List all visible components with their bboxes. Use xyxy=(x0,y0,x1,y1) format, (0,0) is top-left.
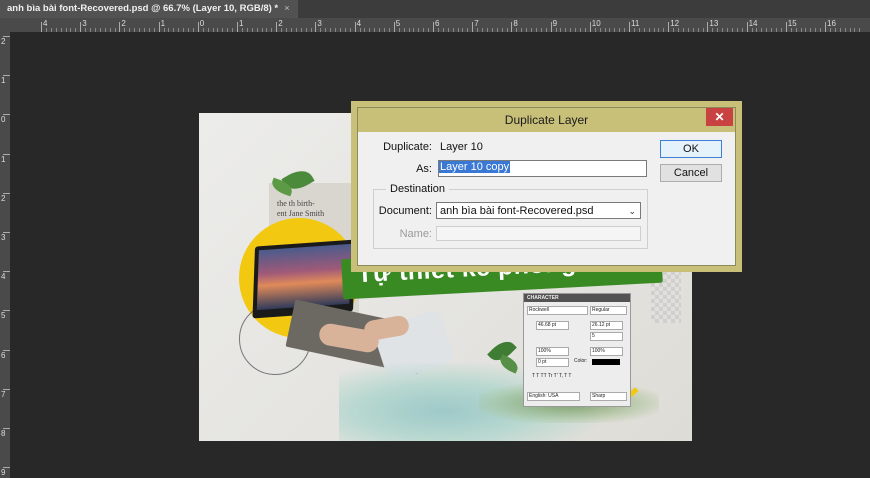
ruler-major-tick xyxy=(511,22,513,32)
font-size-field: 46.68 pt xyxy=(536,321,569,330)
ruler-tick-label: 14 xyxy=(748,19,758,28)
ruler-tick-label: 1 xyxy=(1,154,6,164)
horizontal-ruler[interactable]: 4 3 2 1 0 1 2 3 4 5 6 7 8 9 10 11 12 13 14 15 16 xyxy=(10,18,870,32)
as-label: As: xyxy=(416,163,432,175)
ruler-major-tick xyxy=(237,22,238,32)
ruler-tick-label: 4 xyxy=(1,272,6,282)
ruler-tick-label: 2 xyxy=(278,19,283,28)
destination-legend: Destination xyxy=(386,183,450,195)
ruler-major-tick xyxy=(707,22,709,32)
duplicate-value: Layer 10 xyxy=(440,141,483,153)
ruler-corner[interactable] xyxy=(0,18,10,32)
ruler-major-tick xyxy=(668,22,670,32)
document-tab-title: anh bìa bài font-Recovered.psd @ 66.7% (… xyxy=(7,3,279,14)
ruler-tick-label: 2 xyxy=(1,193,6,203)
ruler-tick-label: 2 xyxy=(121,19,126,28)
color-swatch xyxy=(592,359,620,365)
ruler-tick-label: 5 xyxy=(395,19,401,28)
ruler-major-tick xyxy=(119,22,121,32)
vertical-ruler[interactable]: 2 1 0 1 2 3 4 5 6 7 8 9 xyxy=(0,32,10,478)
ruler-major-tick xyxy=(197,22,199,32)
baseline-field: 0 pt xyxy=(536,358,569,367)
ruler-tick-label: 9 xyxy=(552,19,558,28)
horizontal-scale-field: 100% xyxy=(590,347,623,356)
ruler-major-tick xyxy=(589,22,591,32)
color-label: Color: xyxy=(574,358,588,364)
leading-field: 26.12 pt xyxy=(590,321,623,330)
ruler-major-tick xyxy=(472,22,474,32)
as-input-value: Layer 10 copy xyxy=(439,161,511,173)
cancel-button[interactable]: Cancel xyxy=(660,164,722,182)
document-label: Document: xyxy=(378,205,432,217)
ruler-tick-label: 7 xyxy=(474,19,479,28)
ruler-tick-label: 16 xyxy=(827,19,836,28)
duplicate-layer-dialog: Duplicate Layer ✕ Duplicate: Layer 10 As… xyxy=(357,107,736,266)
ruler-major-tick xyxy=(158,22,160,32)
document-tab[interactable]: anh bìa bài font-Recovered.psd @ 66.7% (… xyxy=(0,0,298,18)
as-input[interactable]: Layer 10 copy xyxy=(438,160,647,177)
ruler-tick-label: 6 xyxy=(1,350,6,360)
ruler-tick-label: 0 xyxy=(1,115,6,125)
vertical-scale-field: 100% xyxy=(536,347,569,356)
ruler-tick-label: 8 xyxy=(513,19,518,28)
name-label: Name: xyxy=(399,228,432,240)
ruler-tick-label: 4 xyxy=(43,19,48,28)
ruler-tick-label: 3 xyxy=(82,19,87,28)
ruler-tick-label: 6 xyxy=(435,19,440,28)
newspaper-text-line: ent Jane Smith xyxy=(277,209,325,218)
laptop-wallpaper xyxy=(256,243,352,311)
language-field: English: USA xyxy=(527,392,580,401)
font-style-field: Regular xyxy=(590,306,627,315)
ruler-major-tick xyxy=(629,22,630,32)
character-panel-graphic: CHARACTER Rockwell Regular 46.68 pt 26.1… xyxy=(523,293,631,407)
ruler-tick-label: 2 xyxy=(1,37,6,46)
ruler-tick-label: 9 xyxy=(1,468,6,478)
dialog-title: Duplicate Layer xyxy=(504,113,589,127)
ruler-major-tick xyxy=(746,22,748,32)
close-icon: ✕ xyxy=(714,110,725,124)
ruler-tick-label: 1 xyxy=(160,19,166,28)
ruler-tick-label: 3 xyxy=(1,233,6,242)
ruler-tick-label: 7 xyxy=(1,389,6,399)
ruler-major-tick xyxy=(80,22,82,32)
name-input[interactable] xyxy=(436,226,641,241)
antialias-field: Sharp xyxy=(590,392,627,401)
ruler-tick-label: 3 xyxy=(317,19,322,28)
ruler-tick-label: 5 xyxy=(1,311,6,321)
ruler-tick-label: 15 xyxy=(787,19,797,28)
newspaper-text-line: the th birth- xyxy=(277,199,315,208)
ruler-tick-label: 4 xyxy=(356,19,362,28)
ruler-major-tick xyxy=(276,22,278,32)
ruler-tick-label: 10 xyxy=(591,19,601,28)
chevron-down-icon: ⌄ xyxy=(628,206,636,216)
type-style-buttons: T T TT Tr T' T, T T xyxy=(532,373,572,379)
ruler-tick-label: 1 xyxy=(239,19,244,28)
ruler-major-tick xyxy=(393,22,395,32)
character-panel-title: CHARACTER xyxy=(524,294,630,302)
ruler-tick-label: 11 xyxy=(631,19,640,28)
document-select-value: anh bìa bài font-Recovered.psd xyxy=(440,205,594,217)
font-family-field: Rockwell xyxy=(527,306,588,315)
document-tab-bar: anh bìa bài font-Recovered.psd @ 66.7% (… xyxy=(0,0,870,18)
tracking-field: 5 xyxy=(590,332,623,341)
close-button[interactable]: ✕ xyxy=(706,108,733,126)
duplicate-label: Duplicate: xyxy=(383,141,432,153)
ruler-major-tick xyxy=(354,22,356,32)
ruler-major-tick xyxy=(550,22,552,32)
ruler-major-tick xyxy=(785,22,787,32)
ok-button[interactable]: OK xyxy=(660,140,722,158)
ruler-tick-label: 13 xyxy=(709,19,719,28)
document-select[interactable]: anh bìa bài font-Recovered.psd ⌄ xyxy=(436,202,641,219)
ruler-tick-label: 0 xyxy=(199,19,205,28)
ruler-tick-label: 1 xyxy=(1,76,6,86)
ruler-tick-label: 8 xyxy=(1,429,6,438)
ruler-major-tick xyxy=(433,22,434,32)
ruler-major-tick xyxy=(41,22,42,32)
tab-close-icon[interactable]: × xyxy=(284,3,290,14)
ruler-major-tick xyxy=(315,22,317,32)
ruler-major-tick xyxy=(825,22,826,32)
ruler-tick-label: 12 xyxy=(670,19,680,28)
